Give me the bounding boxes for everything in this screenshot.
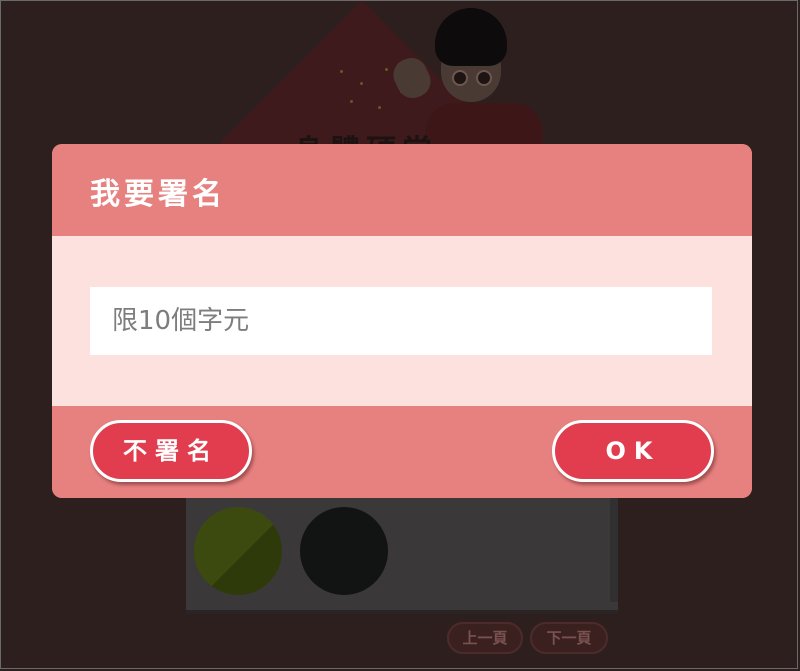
previous-page-button[interactable]: 上一頁 [447, 622, 523, 654]
color-swatch-green[interactable] [194, 507, 282, 595]
no-signature-button[interactable]: 不署名 [90, 420, 252, 482]
character-body [425, 103, 543, 148]
dialog-footer: 不署名 OK [52, 406, 752, 498]
signature-dialog: 我要署名 不署名 OK [52, 144, 752, 498]
dialog-title: 我要署名 [90, 177, 226, 212]
next-page-button[interactable]: 下一頁 [530, 622, 608, 654]
character-right-eye [476, 70, 492, 86]
character-left-eye [452, 70, 468, 86]
color-swatch-black[interactable] [300, 507, 388, 595]
waving-hand [388, 52, 436, 104]
dialog-header: 我要署名 [52, 144, 752, 236]
signature-input[interactable] [90, 287, 712, 355]
character-hair [435, 8, 507, 66]
dialog-body [52, 236, 752, 406]
palette-scrollbar[interactable] [610, 490, 618, 602]
ok-button[interactable]: OK [552, 420, 714, 482]
